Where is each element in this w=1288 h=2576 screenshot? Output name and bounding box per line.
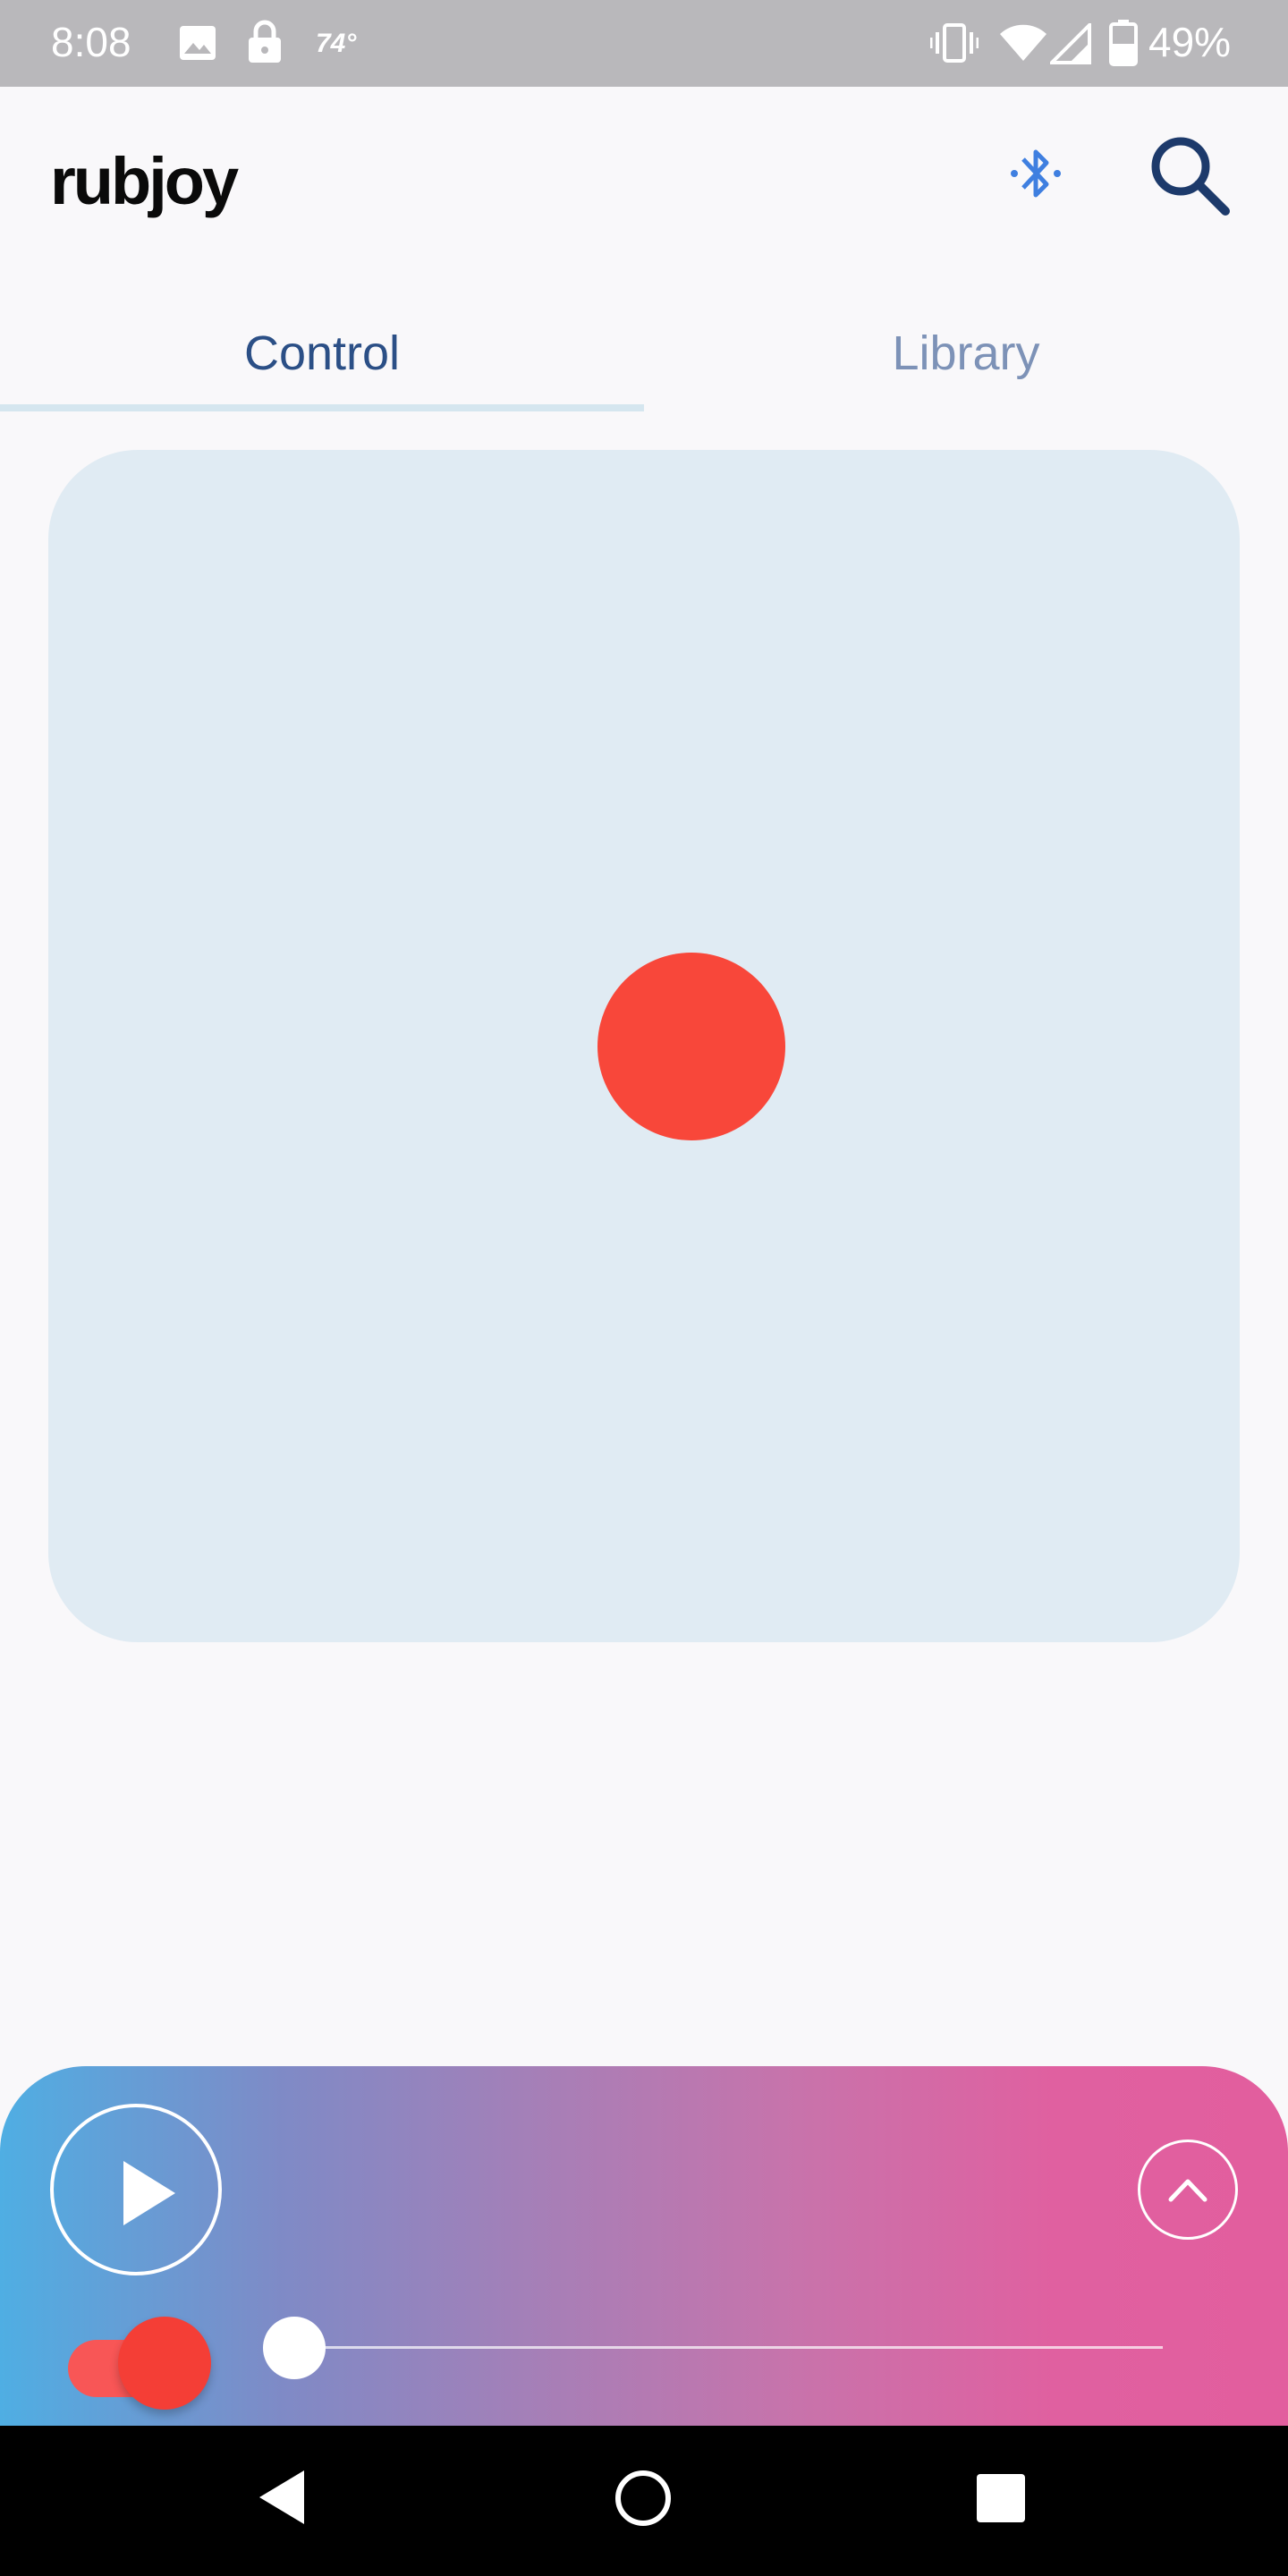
play-icon xyxy=(123,2161,175,2225)
status-bar: 8:08 74° 49% xyxy=(0,0,1288,87)
battery-percent: 49% xyxy=(1148,19,1232,65)
navigation-bar xyxy=(0,2426,1288,2576)
intensity-slider[interactable] xyxy=(263,2317,1166,2379)
bluetooth-icon[interactable] xyxy=(1007,141,1064,206)
vibrate-icon xyxy=(930,23,979,63)
status-time: 8:08 xyxy=(51,19,131,65)
lock-icon xyxy=(249,20,281,63)
play-button[interactable] xyxy=(50,2104,222,2275)
tab-indicator xyxy=(0,404,644,411)
battery-icon xyxy=(1109,20,1138,66)
image-icon xyxy=(180,26,216,60)
slider-thumb[interactable] xyxy=(263,2317,326,2379)
status-temperature: 74° xyxy=(316,29,357,58)
wifi-icon xyxy=(1000,24,1046,61)
tab-control[interactable]: Control xyxy=(0,313,644,411)
control-dot[interactable] xyxy=(597,953,785,1140)
power-toggle[interactable] xyxy=(68,2317,211,2415)
back-icon[interactable] xyxy=(258,2469,308,2526)
search-icon[interactable] xyxy=(1147,132,1233,218)
screen: 8:08 74° 49% rubjoy Control Library xyxy=(0,0,1288,2576)
slider-track xyxy=(290,2346,1163,2349)
signal-icon xyxy=(1050,23,1091,64)
chevron-up-icon xyxy=(1168,2179,1208,2202)
recents-icon[interactable] xyxy=(977,2474,1025,2522)
expand-button[interactable] xyxy=(1138,2140,1238,2240)
control-pad[interactable] xyxy=(48,450,1240,1642)
toggle-knob xyxy=(118,2317,211,2410)
app-logo: rubjoy xyxy=(50,144,239,218)
tab-library[interactable]: Library xyxy=(644,313,1288,411)
player-panel xyxy=(0,2066,1288,2426)
home-icon[interactable] xyxy=(614,2469,673,2528)
